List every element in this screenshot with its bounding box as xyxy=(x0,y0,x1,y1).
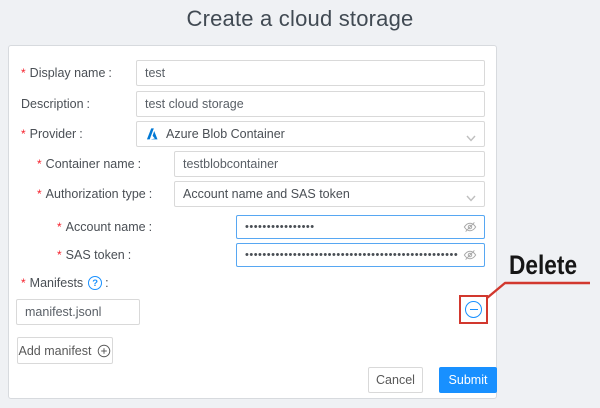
manifest-filename-input[interactable]: manifest.jsonl xyxy=(16,299,140,325)
submit-button[interactable]: Submit xyxy=(439,367,497,393)
account-name-input[interactable]: •••••••••••••••• xyxy=(236,215,485,239)
plus-circle-icon xyxy=(97,344,111,358)
required-mark: * xyxy=(57,220,62,234)
azure-icon xyxy=(145,127,159,141)
eye-invisible-icon[interactable] xyxy=(463,220,477,234)
add-manifest-button[interactable]: Add manifest xyxy=(17,337,113,364)
authorization-type-label: * Authorization type : xyxy=(37,181,152,207)
eye-invisible-icon[interactable] xyxy=(463,248,477,262)
provider-label: * Provider : xyxy=(21,121,83,147)
delete-annotation-label: Delete xyxy=(509,250,580,281)
required-mark: * xyxy=(37,157,42,171)
chevron-down-icon xyxy=(466,131,476,145)
display-name-input[interactable]: test xyxy=(136,60,485,86)
description-input[interactable]: test cloud storage xyxy=(136,91,485,117)
sas-token-label: * SAS token : xyxy=(57,243,131,267)
manifests-label: * Manifests ? : xyxy=(21,270,109,296)
display-name-label: * Display name : xyxy=(21,60,112,86)
question-circle-icon[interactable]: ? xyxy=(88,276,102,290)
account-name-label: * Account name : xyxy=(57,215,152,239)
container-name-label: * Container name : xyxy=(37,151,141,177)
cancel-button[interactable]: Cancel xyxy=(368,367,423,393)
description-label: Description : xyxy=(21,91,90,117)
chevron-down-icon xyxy=(466,191,476,205)
page-title: Create a cloud storage xyxy=(0,6,600,32)
minus-circle-icon[interactable] xyxy=(465,301,482,318)
required-mark: * xyxy=(21,127,26,141)
required-mark: * xyxy=(37,187,42,201)
authorization-type-select[interactable]: Account name and SAS token xyxy=(174,181,485,207)
required-mark: * xyxy=(21,276,26,290)
required-mark: * xyxy=(57,248,62,262)
required-mark: * xyxy=(21,66,26,80)
create-cloud-storage-form: * Display name : test Description : test… xyxy=(8,45,497,399)
provider-select[interactable]: Azure Blob Container xyxy=(136,121,485,147)
container-name-input[interactable]: testblobcontainer xyxy=(174,151,485,177)
sas-token-input[interactable]: ••••••••••••••••••••••••••••••••••••••••… xyxy=(236,243,485,267)
